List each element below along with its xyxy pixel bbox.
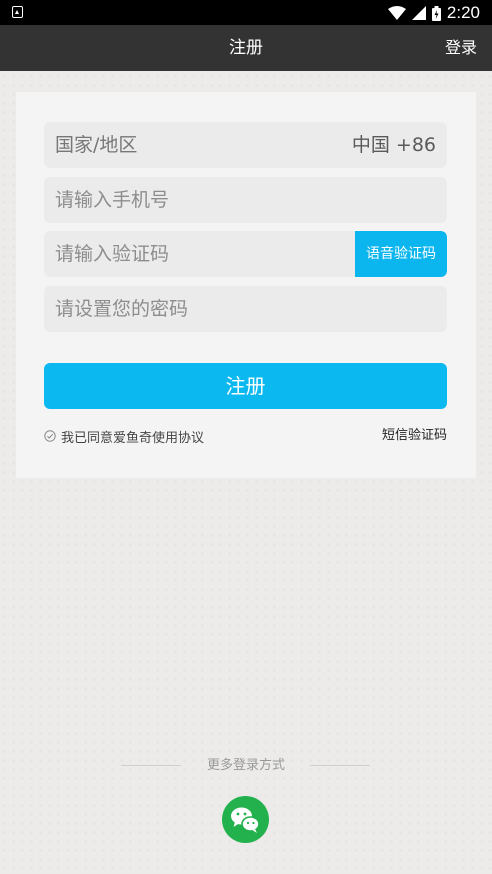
status-bar: 2:20 xyxy=(0,0,492,25)
region-label: 国家/地区 xyxy=(55,134,138,156)
battery-icon xyxy=(431,5,441,21)
register-button[interactable]: 注册 xyxy=(44,363,447,409)
divider-line-right xyxy=(310,765,370,766)
signal-icon xyxy=(411,6,426,20)
more-login-label: 更多登录方式 xyxy=(206,758,285,773)
status-time: 2:20 xyxy=(446,3,480,22)
page-title: 注册 xyxy=(229,38,263,58)
sms-code-link[interactable]: 短信验证码 xyxy=(382,426,447,446)
agreement-checkbox[interactable]: 我已同意爱鱼奇使用协议 xyxy=(44,426,204,446)
phone-placeholder: 请输入手机号 xyxy=(55,189,170,211)
agreement-label: 我已同意爱鱼奇使用协议 xyxy=(61,430,205,446)
password-placeholder: 请设置您的密码 xyxy=(55,298,189,320)
region-selector[interactable]: 国家/地区 中国 +86 xyxy=(44,122,447,168)
region-value: 中国 +86 xyxy=(351,134,436,156)
phone-input[interactable]: 请输入手机号 xyxy=(44,177,447,223)
wechat-icon xyxy=(231,807,260,833)
wifi-icon xyxy=(387,6,406,20)
voice-code-button[interactable]: 语音验证码 xyxy=(355,231,447,277)
status-icons: 2:20 xyxy=(387,3,480,23)
verification-code-input[interactable]: 请输入验证码 语音验证码 xyxy=(44,231,447,277)
nav-bar: 注册 登录 xyxy=(0,25,492,71)
code-placeholder: 请输入验证码 xyxy=(55,243,170,265)
check-circle-icon xyxy=(44,430,56,442)
more-login-divider: 更多登录方式 xyxy=(0,756,492,776)
login-link[interactable]: 登录 xyxy=(445,25,477,71)
register-card: 国家/地区 中国 +86 请输入手机号 请输入验证码 语音验证码 请设置您的密码… xyxy=(16,92,476,478)
password-input[interactable]: 请设置您的密码 xyxy=(44,286,447,332)
notification-icon xyxy=(12,6,23,18)
wechat-login-button[interactable] xyxy=(222,796,269,843)
